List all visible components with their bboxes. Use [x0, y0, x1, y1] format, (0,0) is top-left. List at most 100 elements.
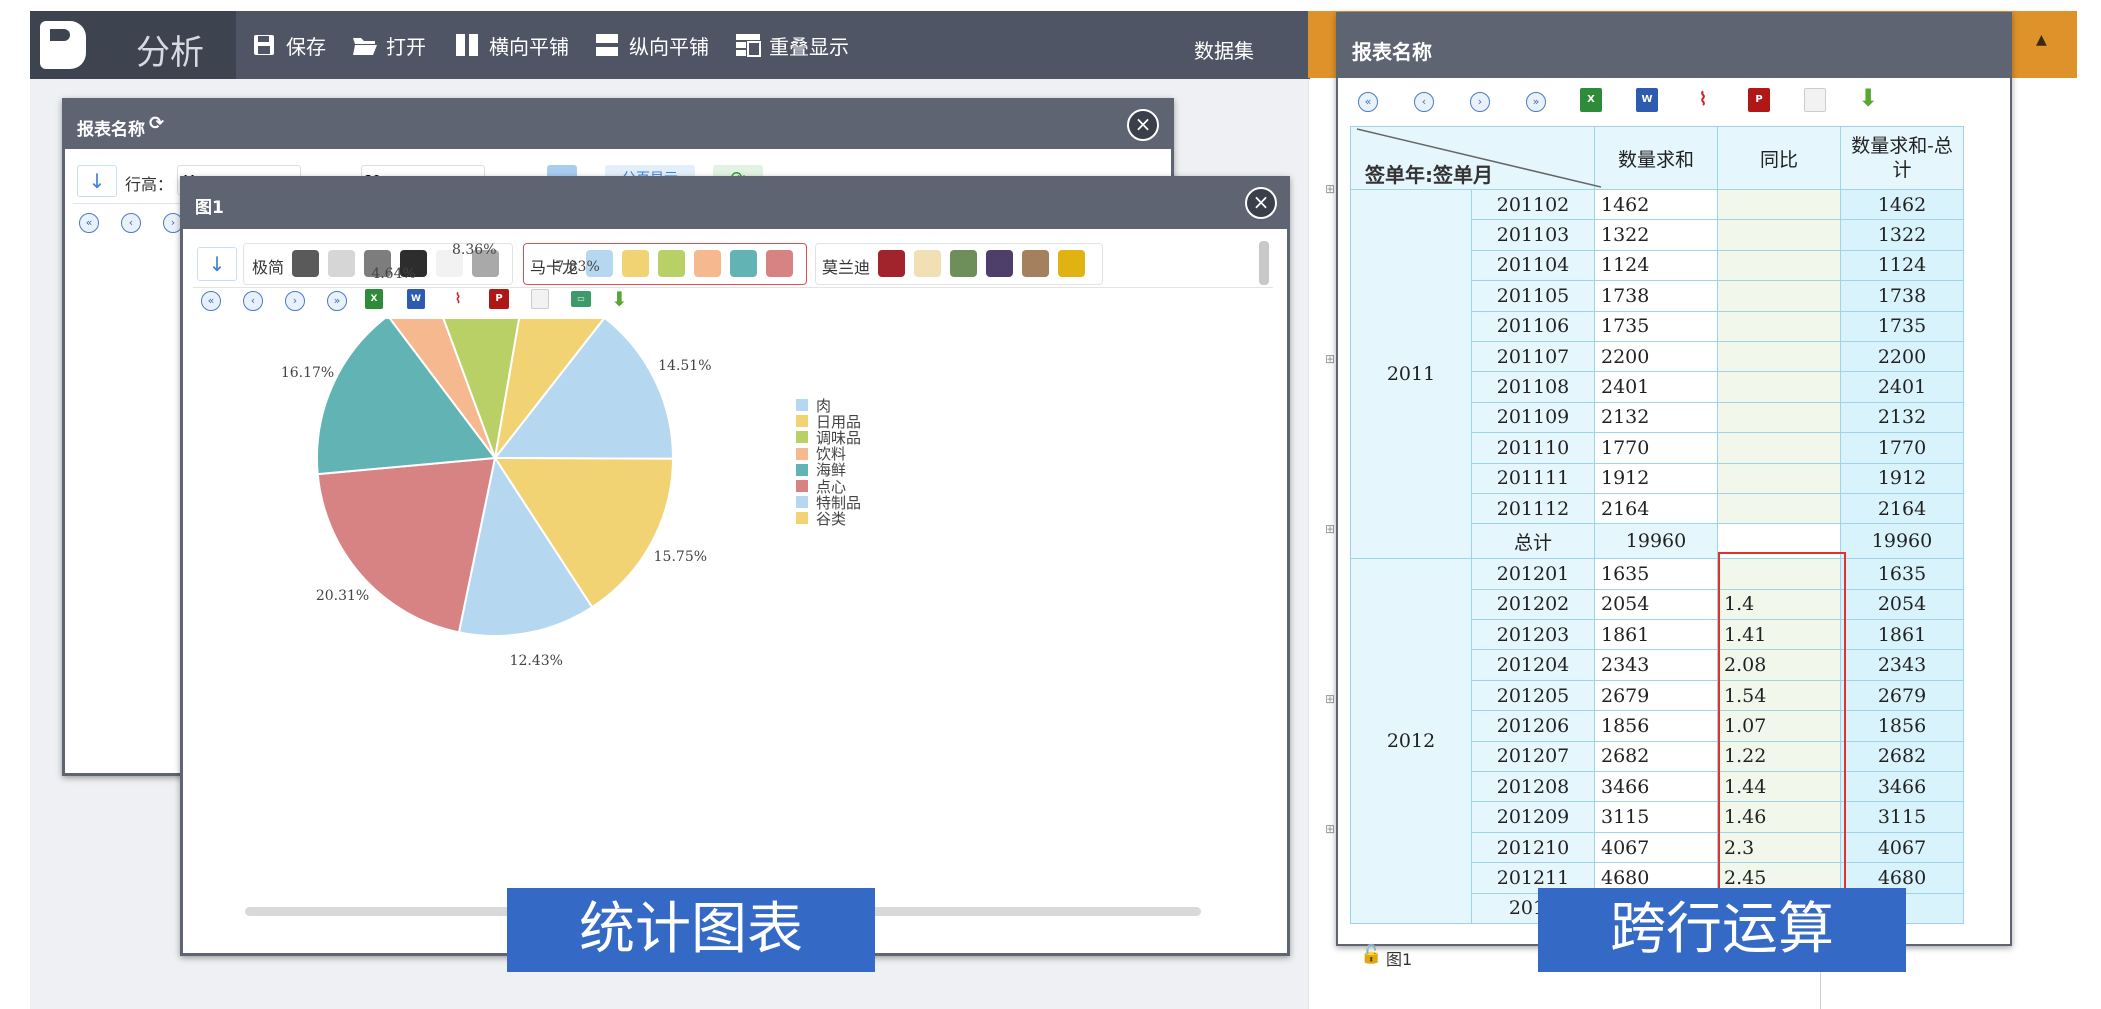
total-cell: 1635: [1840, 558, 1964, 590]
total-cell: 2679: [1840, 679, 1964, 712]
swatch: [328, 250, 355, 277]
tile-vertical-icon: [595, 33, 619, 57]
legend-swatch: [796, 399, 808, 411]
tile-horizontal-button[interactable]: 横向平铺: [455, 31, 569, 59]
window-title: 报表名称: [77, 120, 145, 140]
month-cell: 201102: [1471, 188, 1595, 221]
open-button[interactable]: 打开: [352, 31, 426, 59]
excel-export-icon[interactable]: X: [1580, 88, 1602, 112]
qty-cell: 2132: [1594, 401, 1718, 434]
qty-cell: 1912: [1594, 462, 1718, 494]
save-button[interactable]: 保存: [252, 31, 326, 59]
window-title: 图1: [195, 198, 224, 218]
column-header[interactable]: 数量求和: [1594, 126, 1718, 190]
tile-vertical-button[interactable]: 纵向平铺: [595, 31, 709, 59]
yoy-cell: [1717, 340, 1841, 373]
top-toolbar: 分析 保存 打开 横向平铺 纵向平铺 重叠显示 数据集: [30, 11, 1310, 79]
close-button[interactable]: ×: [1127, 109, 1159, 141]
yoy-cell: [1717, 188, 1841, 221]
year-cell: 2011: [1350, 188, 1472, 560]
first-page-icon[interactable]: «: [201, 291, 221, 311]
tree-gutter: ⊞ ⊞ ⊞ ⊞ ⊞: [1325, 182, 1336, 836]
total-qty: 19960: [1594, 523, 1718, 560]
theme-group-morandi[interactable]: 莫兰迪: [815, 243, 1103, 285]
pdf-export-icon[interactable]: ⌇: [1692, 88, 1714, 112]
excel-export-icon[interactable]: X: [365, 289, 383, 309]
slice-label: 20.31%: [315, 587, 370, 604]
last-page-icon[interactable]: »: [327, 291, 347, 311]
dataset-tab[interactable]: 数据集: [1194, 35, 1254, 64]
qty-cell: 1856: [1594, 710, 1718, 742]
month-cell: 201201: [1471, 558, 1595, 590]
cascade-icon: [735, 33, 761, 57]
table-header-row: 签单年:签单月 数量求和 同比 数量求和-总计: [1350, 126, 1964, 190]
qty-cell: 1861: [1594, 619, 1718, 651]
download-green-icon[interactable]: ⬇: [611, 287, 628, 311]
month-cell: 201109: [1471, 401, 1595, 434]
qty-cell: 1462: [1594, 188, 1718, 221]
yoy-cell: [1717, 492, 1841, 525]
prev-page-icon[interactable]: ‹: [243, 291, 263, 311]
sheet-tab[interactable]: 图1: [1386, 946, 1412, 970]
cascade-button[interactable]: 重叠显示: [735, 31, 849, 59]
swatch: [1058, 250, 1085, 277]
next-page-icon[interactable]: ›: [1470, 92, 1490, 112]
qty-cell: 2054: [1594, 588, 1718, 621]
month-cell: 201110: [1471, 432, 1595, 464]
print-icon[interactable]: P: [489, 289, 509, 309]
total-cell: 4067: [1840, 831, 1964, 864]
next-page-icon[interactable]: ›: [285, 291, 305, 311]
month-cell: 201103: [1471, 219, 1595, 251]
qty-cell: 4067: [1594, 831, 1718, 864]
slice-label: 8.36%: [452, 241, 497, 258]
first-page-icon[interactable]: «: [1358, 92, 1378, 112]
yoy-cell: [1717, 310, 1841, 342]
download-arrow-icon[interactable]: ↓: [197, 247, 237, 281]
prev-page-icon[interactable]: ‹: [121, 213, 141, 233]
column-header[interactable]: 数量求和-总计: [1840, 126, 1964, 190]
month-cell: 201203: [1471, 619, 1595, 651]
unlock-icon[interactable]: 🔓: [1360, 944, 1382, 965]
image-export-icon[interactable]: ▭: [571, 291, 591, 307]
slice-label: 7.83%: [555, 258, 600, 275]
qty-cell: 3115: [1594, 801, 1718, 833]
pdf-export-icon[interactable]: ⌇: [449, 289, 467, 309]
prev-page-icon[interactable]: ‹: [1414, 92, 1434, 112]
corner-header: 签单年:签单月: [1350, 126, 1601, 190]
download-green-icon[interactable]: ⬇: [1858, 84, 1878, 112]
word-export-icon[interactable]: W: [407, 289, 425, 309]
swatch: [694, 250, 721, 277]
report-export-toolbar: « ‹ › » X W ⌇ P ⬇: [1338, 78, 2008, 126]
month-cell: 201207: [1471, 740, 1595, 773]
legend-swatch: [796, 512, 808, 525]
pie-svg: [316, 319, 675, 637]
qty-cell: 2164: [1594, 492, 1718, 525]
month-cell: 201111: [1471, 462, 1595, 494]
collapse-up-icon[interactable]: ▲: [2036, 32, 2047, 48]
close-button[interactable]: ×: [1245, 187, 1277, 219]
total-cell: 2401: [1840, 371, 1964, 403]
text-export-icon[interactable]: [531, 289, 549, 309]
legend-swatch: [796, 480, 808, 492]
month-cell: 201104: [1471, 249, 1595, 282]
legend-swatch: [796, 431, 808, 444]
qty-cell: 1124: [1594, 249, 1718, 282]
swatch: [622, 250, 649, 277]
text-export-icon[interactable]: [1804, 88, 1826, 112]
download-arrow-icon[interactable]: ↓: [77, 165, 117, 197]
total-cell: 2054: [1840, 588, 1964, 621]
legend-swatch: [796, 447, 808, 460]
legend-item[interactable]: 谷类: [796, 508, 846, 528]
crosstab-table: 签单年:签单月 数量求和 同比 数量求和-总计 2011 201102 1462 14…: [1350, 126, 1964, 924]
total-cell: 3115: [1840, 801, 1964, 833]
word-export-icon[interactable]: W: [1636, 88, 1658, 112]
total-cell: 1322: [1840, 219, 1964, 251]
first-page-icon[interactable]: «: [79, 213, 99, 233]
qty-cell: 3466: [1594, 771, 1718, 803]
scrollbar-vertical[interactable]: [1259, 241, 1269, 285]
print-icon[interactable]: P: [1748, 88, 1770, 112]
column-header[interactable]: 同比: [1717, 126, 1841, 190]
last-page-icon[interactable]: »: [1526, 92, 1546, 112]
swatch: [950, 250, 977, 277]
qty-cell: 1770: [1594, 432, 1718, 464]
